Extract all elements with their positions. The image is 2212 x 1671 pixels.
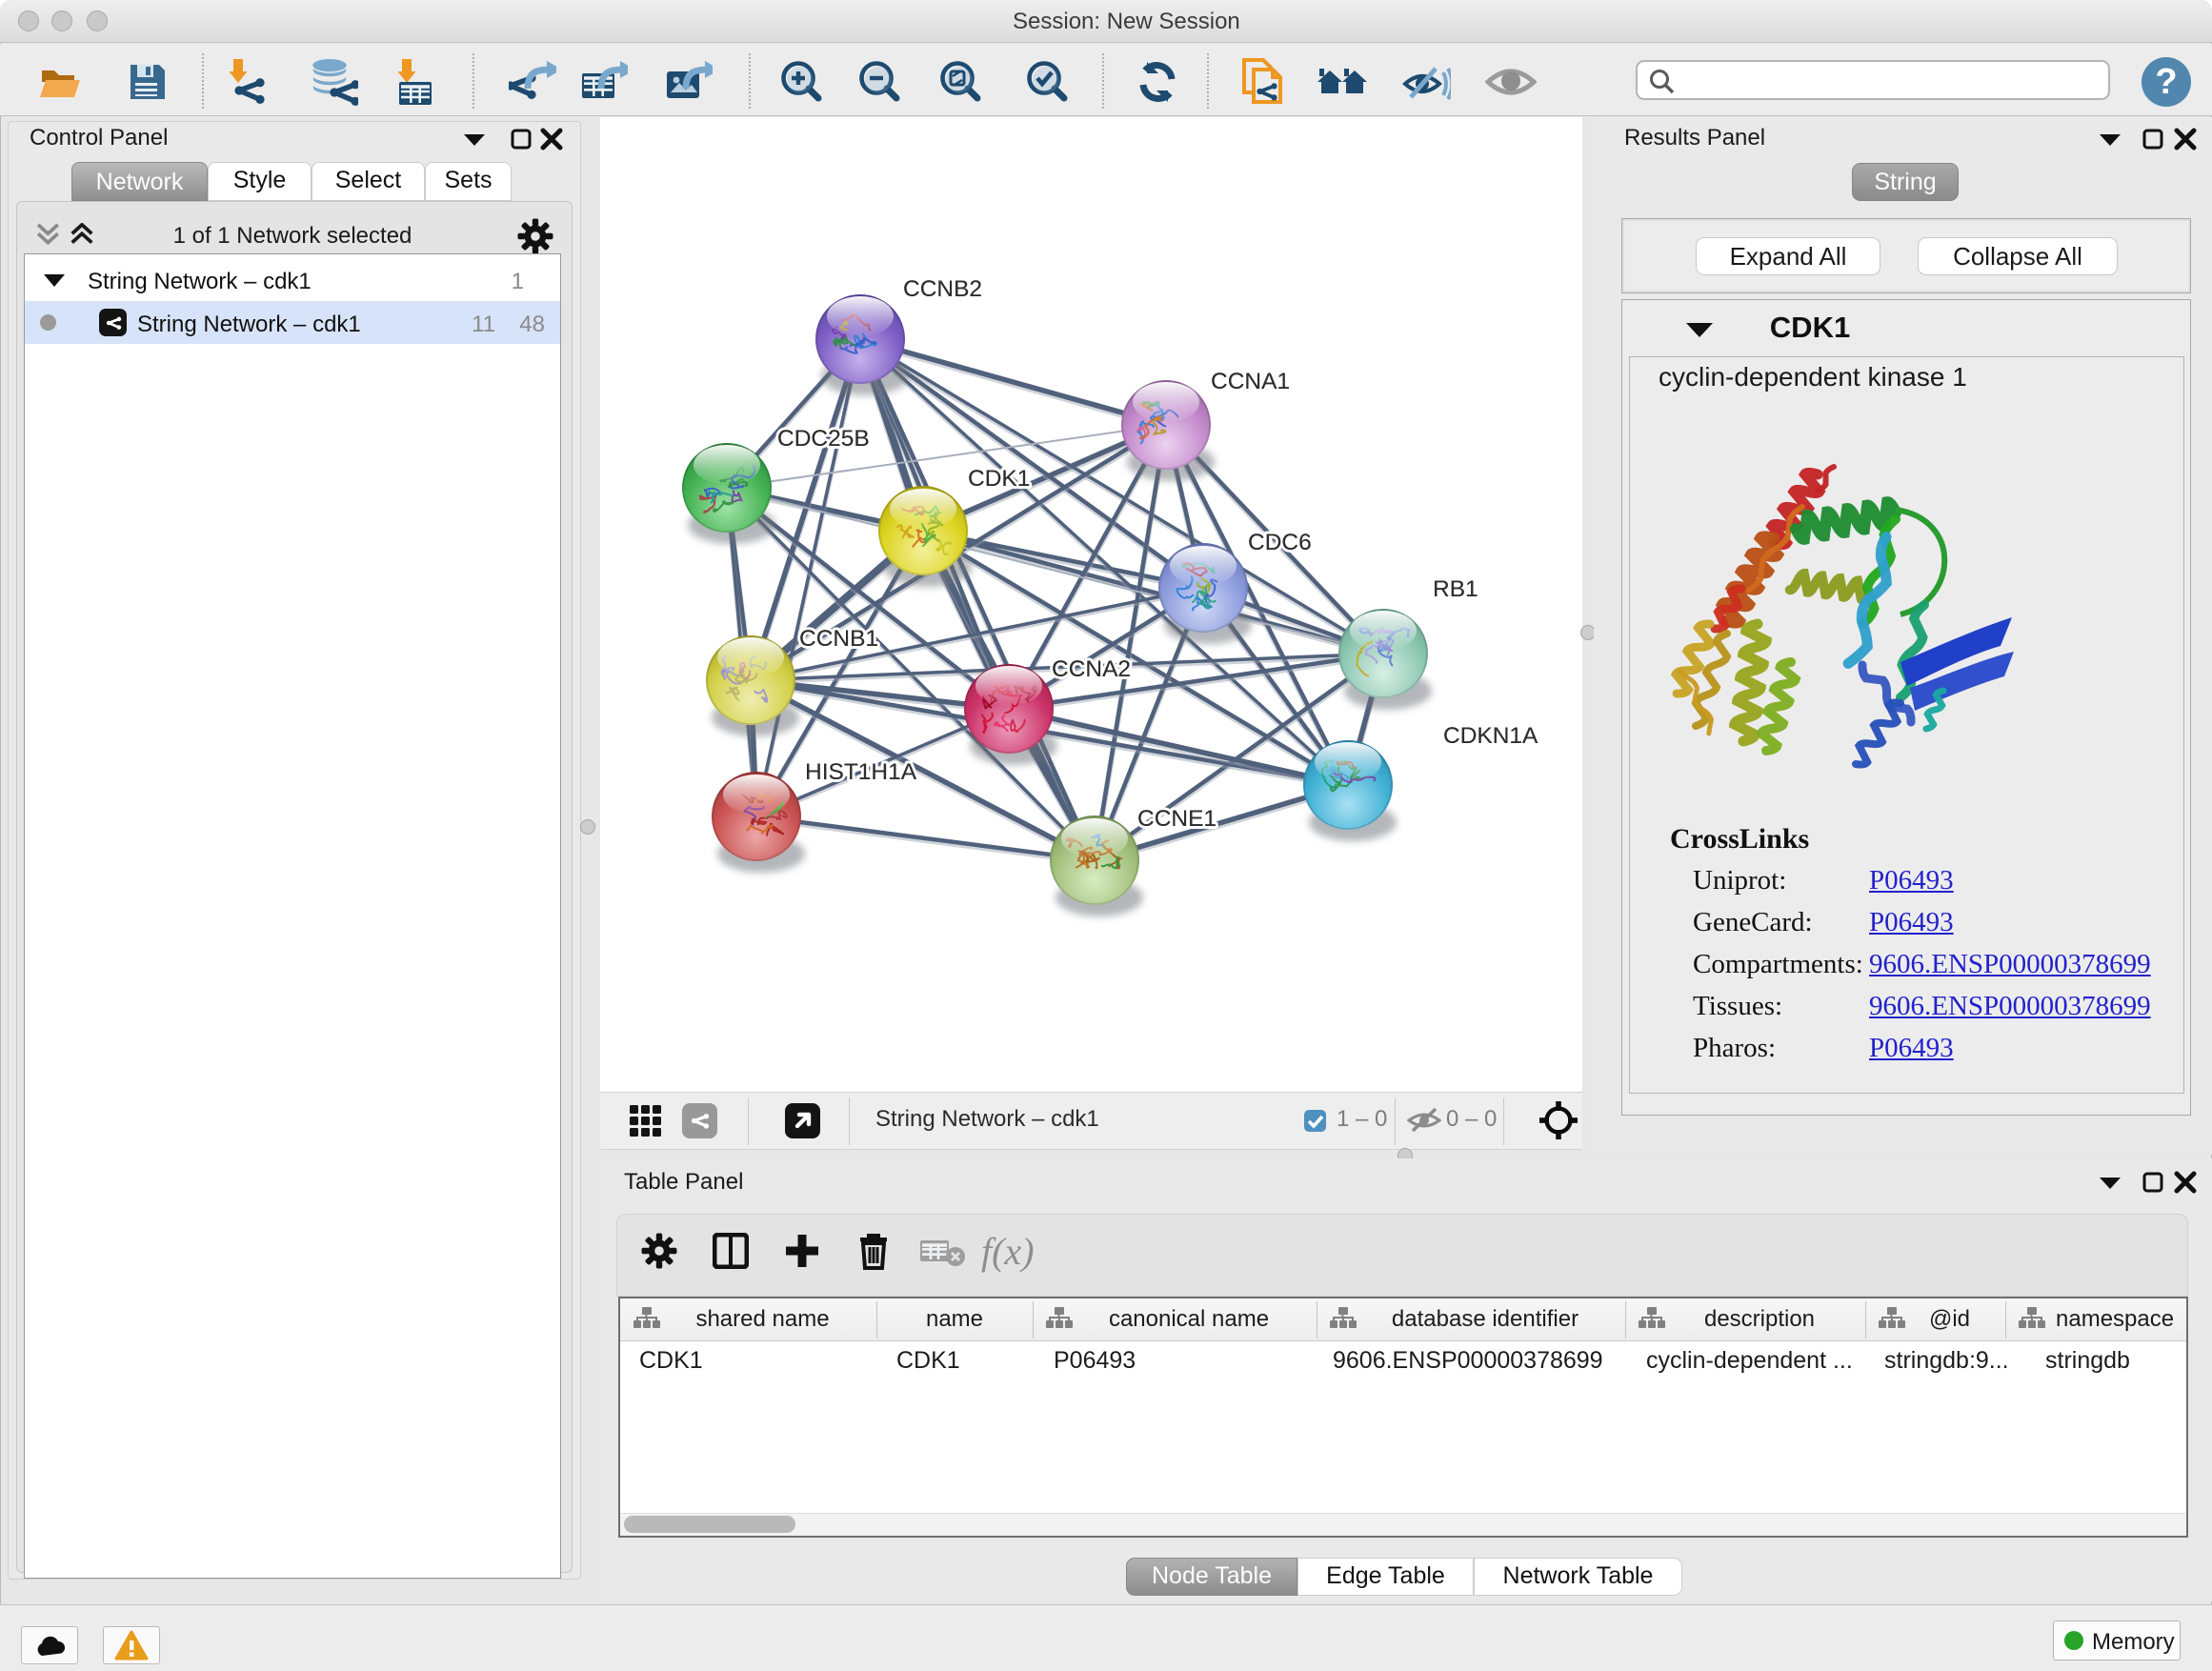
svg-text:CDK1: CDK1	[968, 466, 1030, 492]
svg-text:CDC25B: CDC25B	[777, 426, 870, 452]
svg-text:CCNA2: CCNA2	[1052, 656, 1131, 682]
svg-text:CCNB2: CCNB2	[903, 276, 982, 302]
svg-text:RB1: RB1	[1433, 576, 1478, 602]
svg-text:CCNB1: CCNB1	[799, 626, 878, 652]
svg-text:HIST1H1A: HIST1H1A	[805, 759, 917, 785]
svg-text:CDKN1A: CDKN1A	[1443, 723, 1538, 749]
svg-text:CCNA1: CCNA1	[1211, 369, 1290, 394]
svg-text:CCNE1: CCNE1	[1137, 806, 1217, 832]
svg-text:CDC6: CDC6	[1248, 530, 1312, 555]
